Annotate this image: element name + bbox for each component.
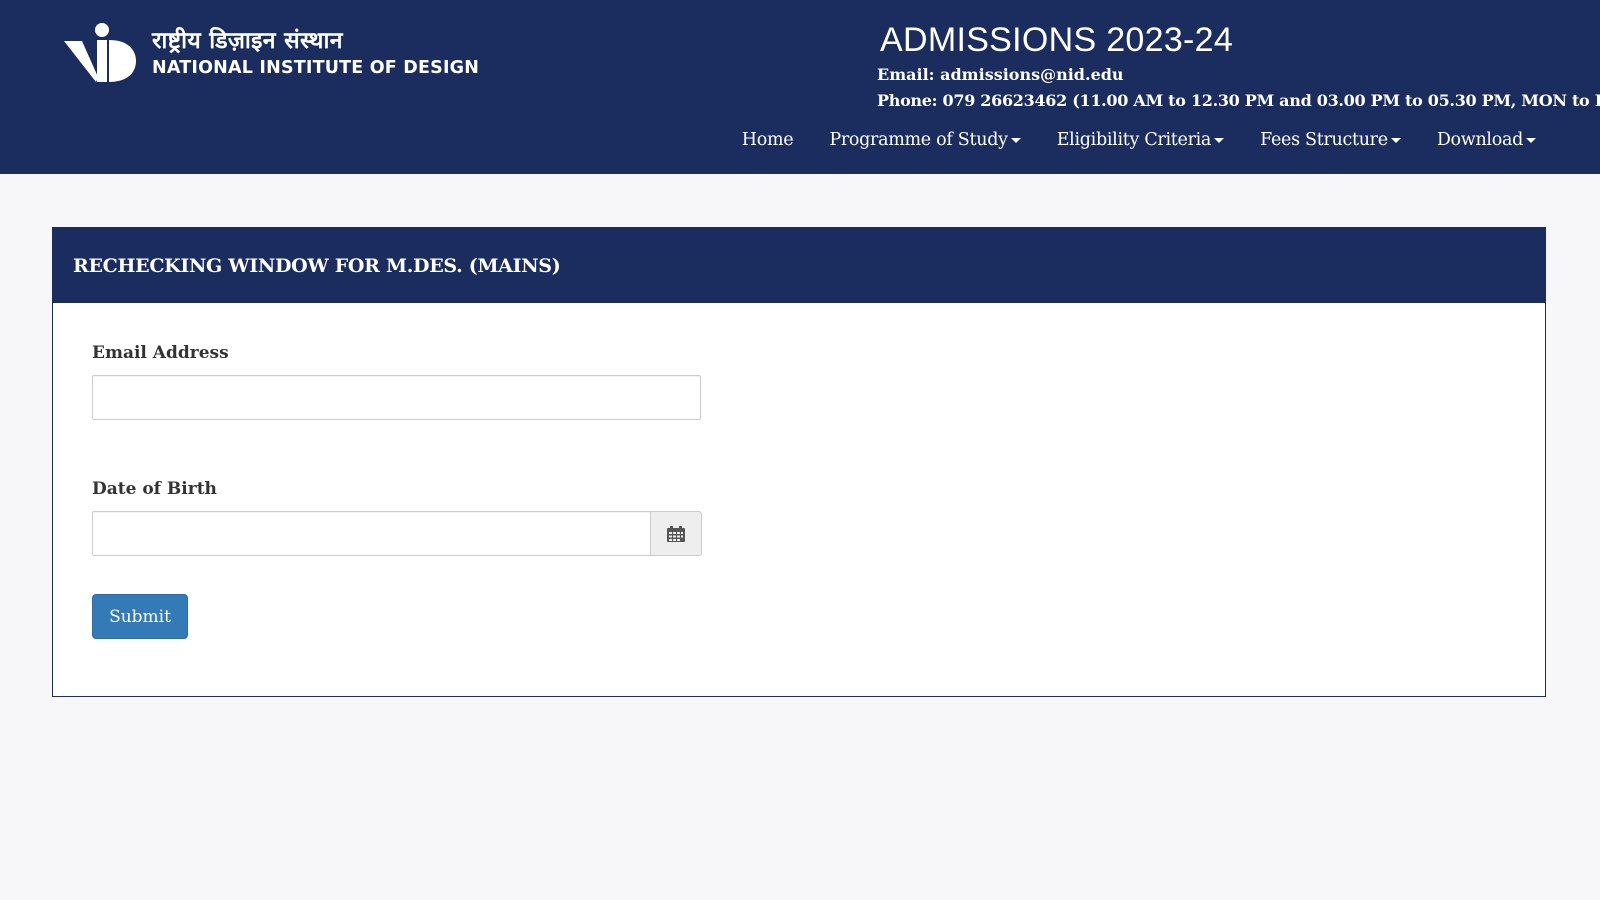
nav-item-programme-of-study[interactable]: Programme of Study	[829, 128, 1021, 152]
nav-item-label: Eligibility Criteria	[1056, 130, 1212, 150]
site-header: राष्ट्रीय डिज़ाइन संस्थान NATIONAL INSTI…	[0, 0, 1600, 174]
email-label: Email Address	[92, 343, 229, 363]
nav-item-download[interactable]: Download	[1437, 128, 1536, 152]
page-title: ADMISSIONS 2023-24	[880, 21, 1234, 59]
nav-item-label: Fees Structure	[1260, 130, 1388, 150]
panel-heading: RECHECKING WINDOW FOR M.DES. (MAINS)	[53, 228, 1545, 303]
submit-button[interactable]: Submit	[92, 594, 188, 639]
caret-down-icon	[1526, 137, 1536, 143]
nav-item-fees-structure[interactable]: Fees Structure	[1260, 128, 1401, 152]
nid-logo[interactable]: राष्ट्रीय डिज़ाइन संस्थान NATIONAL INSTI…	[64, 22, 479, 84]
nav-item-home[interactable]: Home	[742, 128, 794, 152]
logo-hindi-text: राष्ट्रीय डिज़ाइन संस्थान	[152, 28, 343, 54]
calendar-icon	[667, 525, 685, 542]
main-nav: Home Programme of Study Eligibility Crit…	[706, 128, 1536, 152]
contact-email: Email: admissions@nid.edu	[877, 65, 1124, 84]
nid-logo-icon	[64, 23, 136, 82]
caret-down-icon	[1390, 137, 1401, 143]
caret-down-icon	[1010, 137, 1021, 143]
nav-item-label: Home	[741, 130, 794, 150]
caret-down-icon	[1214, 137, 1225, 143]
calendar-button[interactable]	[650, 511, 702, 556]
nav-item-label: Download	[1436, 130, 1523, 150]
email-field[interactable]	[92, 375, 701, 420]
contact-phone: Phone: 079 26623462 (11.00 AM to 12.30 P…	[877, 91, 1600, 110]
logo-english-text: NATIONAL INSTITUTE OF DESIGN	[152, 58, 480, 78]
dob-field[interactable]	[92, 511, 651, 556]
rechecking-panel: RECHECKING WINDOW FOR M.DES. (MAINS) Ema…	[52, 227, 1546, 697]
nav-item-eligibility-criteria[interactable]: Eligibility Criteria	[1056, 128, 1225, 152]
nav-item-label: Programme of Study	[829, 130, 1008, 150]
dob-label: Date of Birth	[92, 479, 217, 499]
